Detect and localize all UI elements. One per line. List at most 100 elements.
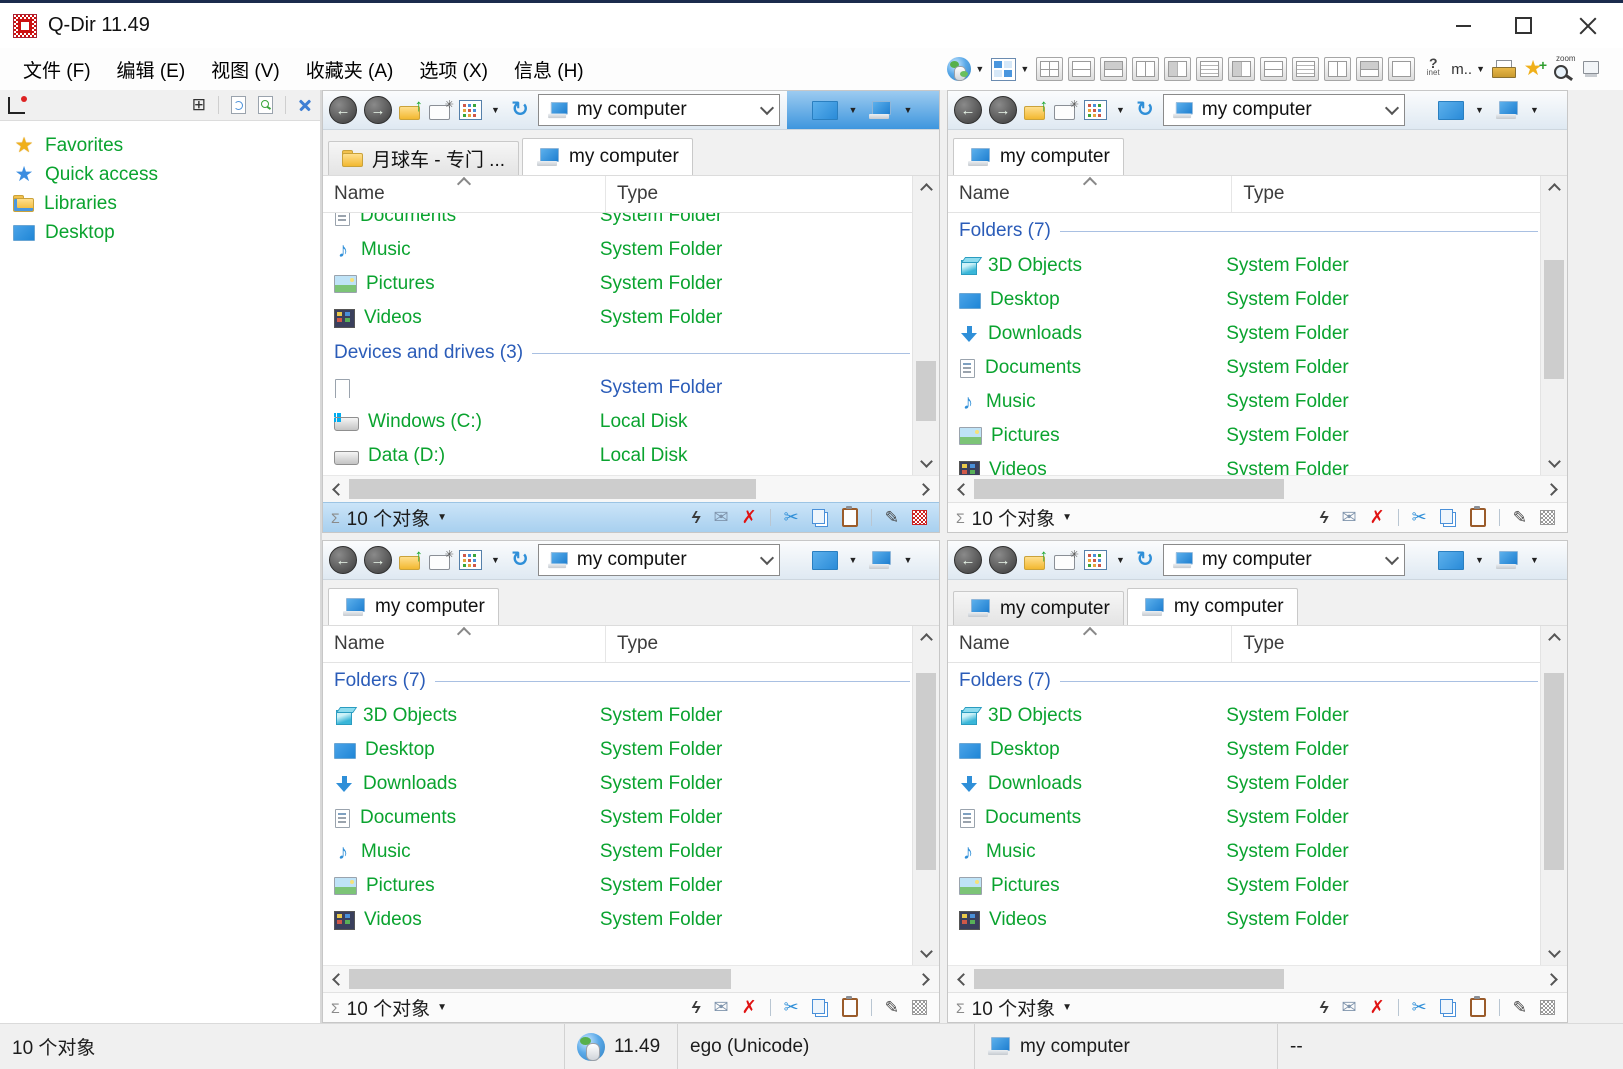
menu-item-4[interactable]: 选项 (X) bbox=[406, 56, 501, 83]
file-row[interactable]: DownloadsSystem Folder bbox=[334, 767, 912, 801]
tab-my-computer[interactable]: my computer bbox=[953, 138, 1124, 175]
scrollbar-thumb[interactable] bbox=[349, 479, 756, 499]
layout-preset-12-button[interactable] bbox=[1388, 57, 1415, 81]
scrollbar-thumb[interactable] bbox=[916, 673, 936, 870]
menu-item-3[interactable]: 收藏夹 (A) bbox=[293, 56, 407, 83]
column-header-name[interactable]: Name bbox=[323, 626, 606, 662]
paste-icon[interactable] bbox=[1470, 998, 1486, 1017]
copy-icon[interactable] bbox=[812, 509, 825, 524]
file-row[interactable]: PicturesSystem Folder bbox=[334, 267, 912, 301]
file-row[interactable]: DocumentsSystem Folder bbox=[959, 351, 1540, 385]
scroll-left-icon[interactable] bbox=[950, 966, 974, 992]
chevron-down-icon[interactable]: ▼ bbox=[1062, 512, 1072, 523]
layout-preset-1-button[interactable] bbox=[1036, 57, 1063, 81]
horizontal-scrollbar[interactable] bbox=[323, 965, 939, 992]
address-bar[interactable]: my computer bbox=[538, 544, 780, 576]
layout-picker-button[interactable]: ▼ bbox=[991, 58, 1031, 81]
zoom-icon[interactable]: zoom bbox=[1550, 57, 1576, 81]
scrollbar-thumb[interactable] bbox=[974, 969, 1284, 989]
tab-my-computer[interactable]: my computer bbox=[953, 591, 1124, 625]
flash-icon[interactable]: ϟ bbox=[1319, 998, 1328, 1018]
tab-my-computer[interactable]: my computer bbox=[1127, 588, 1298, 625]
horizontal-scrollbar[interactable] bbox=[948, 965, 1567, 992]
scrollbar-thumb[interactable] bbox=[1544, 260, 1564, 380]
mail-icon[interactable]: ✉ bbox=[1341, 997, 1356, 1018]
close-button[interactable] bbox=[1553, 3, 1623, 48]
refresh-button[interactable]: ↻ bbox=[1134, 549, 1156, 571]
copy-icon[interactable] bbox=[812, 999, 825, 1014]
chevron-down-icon[interactable]: ▼ bbox=[901, 105, 914, 115]
layout-preset-2-button[interactable] bbox=[1068, 57, 1095, 81]
dither-icon[interactable] bbox=[912, 1000, 927, 1015]
up-folder-button[interactable] bbox=[1024, 550, 1047, 570]
dither-icon[interactable] bbox=[912, 510, 927, 525]
new-folder-button[interactable] bbox=[1054, 101, 1077, 120]
chevron-down-icon[interactable]: ▼ bbox=[1114, 555, 1127, 565]
file-row[interactable]: VideosSystem Folder bbox=[334, 301, 912, 335]
chevron-down-icon[interactable]: ▼ bbox=[1528, 555, 1541, 565]
chevron-down-icon[interactable]: ▼ bbox=[489, 555, 502, 565]
paste-icon[interactable] bbox=[842, 508, 858, 527]
vertical-scrollbar[interactable] bbox=[912, 176, 939, 475]
scrollbar-thumb[interactable] bbox=[916, 361, 936, 421]
group-header[interactable]: Folders (7) bbox=[334, 663, 912, 699]
file-row[interactable]: DesktopSystem Folder bbox=[334, 733, 912, 767]
maximize-button[interactable] bbox=[1493, 3, 1553, 48]
cut-icon[interactable]: ✂ bbox=[784, 507, 799, 528]
layout-preset-7-button[interactable] bbox=[1228, 57, 1255, 81]
tab-my-computer[interactable]: my computer bbox=[328, 588, 499, 625]
layout-preset-9-button[interactable] bbox=[1292, 57, 1319, 81]
new-folder-button[interactable] bbox=[1054, 551, 1077, 570]
file-row[interactable]: PicturesSystem Folder bbox=[959, 869, 1540, 903]
delete-icon[interactable]: ✗ bbox=[742, 997, 757, 1018]
chevron-down-icon[interactable]: ▼ bbox=[973, 64, 986, 74]
copy-icon[interactable] bbox=[1440, 509, 1453, 524]
rename-icon[interactable]: ✎ bbox=[885, 998, 899, 1018]
tree-pin-icon[interactable] bbox=[8, 97, 25, 114]
menu-item-1[interactable]: 编辑 (E) bbox=[104, 56, 199, 83]
refresh-page-icon[interactable] bbox=[231, 96, 246, 114]
chevron-down-icon[interactable]: ▼ bbox=[901, 555, 914, 565]
desktop-shortcut-icon[interactable] bbox=[812, 551, 838, 570]
pane-object-count[interactable]: 10 个对象 bbox=[347, 994, 430, 1021]
new-folder-button[interactable] bbox=[429, 101, 452, 120]
vertical-scrollbar[interactable] bbox=[912, 626, 939, 965]
paste-icon[interactable] bbox=[1470, 508, 1486, 527]
new-folder-button[interactable] bbox=[429, 551, 452, 570]
group-header[interactable]: Folders (7) bbox=[959, 663, 1540, 699]
flash-icon[interactable]: ϟ bbox=[691, 998, 700, 1018]
horizontal-scrollbar[interactable] bbox=[948, 475, 1567, 502]
file-row[interactable]: ♪MusicSystem Folder bbox=[959, 385, 1540, 419]
cut-icon[interactable]: ✂ bbox=[1412, 507, 1427, 528]
up-folder-button[interactable] bbox=[399, 550, 422, 570]
file-row[interactable]: VideosSystem Folder bbox=[959, 903, 1540, 937]
tab--[interactable]: 月球车 - 专门 ... bbox=[328, 141, 519, 175]
close-panel-icon[interactable] bbox=[298, 98, 312, 112]
scroll-down-icon[interactable] bbox=[913, 943, 939, 963]
view-mode-button[interactable] bbox=[1084, 100, 1107, 120]
column-header-type[interactable]: Type bbox=[606, 176, 912, 212]
chevron-down-icon[interactable]: ▼ bbox=[437, 1002, 447, 1013]
scroll-up-icon[interactable] bbox=[913, 178, 939, 198]
vertical-scrollbar[interactable] bbox=[1540, 176, 1567, 475]
add-favorite-icon[interactable]: ★ bbox=[1521, 58, 1545, 80]
layout-preset-8-button[interactable] bbox=[1260, 57, 1287, 81]
file-row[interactable]: DesktopSystem Folder bbox=[959, 283, 1540, 317]
column-header-type[interactable]: Type bbox=[1232, 176, 1540, 212]
scroll-left-icon[interactable] bbox=[325, 476, 349, 502]
scroll-up-icon[interactable] bbox=[913, 628, 939, 648]
pane-object-count[interactable]: 10 个对象 bbox=[347, 504, 430, 531]
scroll-left-icon[interactable] bbox=[325, 966, 349, 992]
copy-icon[interactable] bbox=[1440, 999, 1453, 1014]
view-mode-button[interactable] bbox=[1084, 550, 1107, 570]
forward-button[interactable]: → bbox=[364, 546, 392, 574]
search-page-icon[interactable] bbox=[258, 96, 273, 114]
file-row[interactable]: PicturesSystem Folder bbox=[959, 419, 1540, 453]
file-row[interactable]: DocumentsSystem Folder bbox=[334, 801, 912, 835]
back-button[interactable]: ← bbox=[954, 96, 982, 124]
computer-shortcut-icon[interactable] bbox=[868, 101, 892, 120]
mail-icon[interactable]: ✉ bbox=[713, 997, 728, 1018]
cut-icon[interactable]: ✂ bbox=[784, 997, 799, 1018]
file-row[interactable]: DownloadsSystem Folder bbox=[959, 767, 1540, 801]
scroll-up-icon[interactable] bbox=[1541, 628, 1567, 648]
